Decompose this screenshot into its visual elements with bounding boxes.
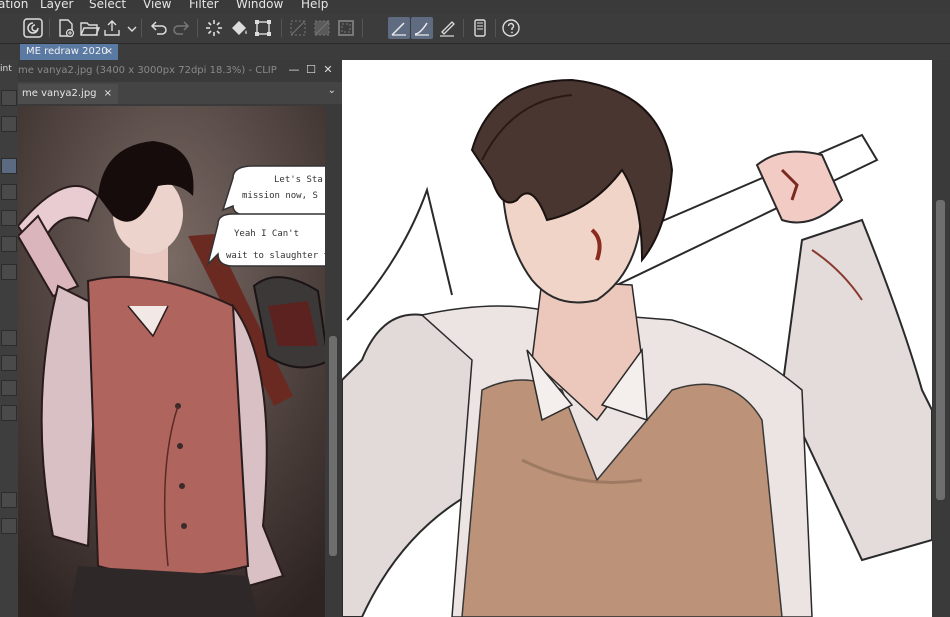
undo-icon[interactable] — [147, 17, 169, 39]
export-icon[interactable] — [101, 17, 123, 39]
select-invert-icon[interactable] — [311, 17, 333, 39]
menu-window[interactable]: Window — [236, 0, 283, 11]
vertical-scrollbar[interactable] — [325, 106, 342, 617]
palette-button[interactable] — [1, 184, 17, 200]
palette-button[interactable] — [1, 90, 17, 106]
main-canvas[interactable] — [342, 60, 932, 617]
palette-label: int — [0, 64, 12, 74]
palette-button[interactable] — [1, 405, 17, 421]
palette-button[interactable] — [1, 518, 17, 534]
smartphone-icon[interactable] — [469, 17, 491, 39]
palette-button[interactable] — [1, 236, 17, 252]
menu-filter[interactable]: Filter — [189, 0, 219, 11]
close-icon[interactable]: ✕ — [322, 64, 334, 76]
palette-button[interactable] — [1, 380, 17, 396]
palette-button[interactable] — [1, 210, 17, 226]
minimize-icon[interactable]: — — [288, 64, 300, 76]
speech-text: Yeah I Can't — [234, 229, 299, 239]
sub-window-title: me vanya2.jpg (3400 x 3000px 72dpi 18.3%… — [18, 65, 277, 76]
transform-icon[interactable] — [252, 17, 274, 39]
trash-icon[interactable] — [1, 264, 17, 280]
menu-bar: ation Layer Select View Filter Window He… — [0, 0, 950, 13]
tab-me-redraw-2020[interactable]: ME redraw 2020 × — [20, 44, 118, 60]
tab-label: me vanya2.jpg — [22, 88, 97, 99]
reference-artwork: Let's Sta mission now, S Yeah I Can't wa… — [18, 106, 325, 617]
sub-window-tab-bar: me vanya2.jpg × ⌄ — [18, 82, 342, 104]
menu-animation[interactable]: ation — [0, 0, 28, 11]
close-icon[interactable]: × — [104, 84, 112, 104]
sketch-illustration — [342, 78, 932, 617]
tool-palette-strip: int — [0, 60, 18, 617]
reference-illustration: Let's Sta mission now, S Yeah I Can't wa… — [18, 106, 325, 617]
scrollbar-thumb[interactable] — [936, 200, 945, 500]
command-bar — [0, 13, 950, 44]
speech-text: Let's Sta — [274, 175, 323, 185]
redo-icon[interactable] — [171, 17, 193, 39]
menu-view[interactable]: View — [143, 0, 171, 11]
menu-select[interactable]: Select — [89, 0, 126, 11]
close-icon[interactable]: × — [105, 44, 113, 60]
sub-window-title-bar[interactable]: me vanya2.jpg (3400 x 3000px 72dpi 18.3%… — [18, 60, 342, 82]
select-border-icon[interactable] — [335, 17, 357, 39]
speech-text: mission now, S — [242, 191, 318, 201]
loading-icon[interactable] — [203, 17, 225, 39]
menu-layer[interactable]: Layer — [40, 0, 73, 11]
new-file-icon[interactable] — [55, 17, 77, 39]
speech-text: wait to slaughter t — [226, 251, 325, 261]
menu-help[interactable]: Help — [301, 0, 328, 11]
main-vertical-scrollbar[interactable] — [932, 60, 950, 617]
palette-button[interactable] — [1, 116, 17, 132]
document-tab-bar: ME redraw 2020 × ▼ — [0, 44, 950, 99]
lock-icon[interactable] — [1, 330, 17, 346]
palette-button[interactable] — [1, 355, 17, 371]
palette-button[interactable] — [1, 158, 17, 174]
clip-studio-icon[interactable] — [22, 17, 44, 39]
curve-snap-icon[interactable] — [411, 17, 433, 39]
tab-me-vanya2[interactable]: me vanya2.jpg × — [18, 84, 118, 104]
wrench-icon[interactable] — [1, 492, 17, 508]
pen-snap-icon[interactable] — [436, 17, 458, 39]
select-none-icon[interactable] — [287, 17, 309, 39]
dropdown-icon[interactable] — [121, 17, 137, 39]
maximize-icon[interactable]: ☐ — [305, 64, 317, 76]
chevron-down-icon[interactable]: ⌄ — [328, 85, 336, 96]
fill-bucket-icon[interactable] — [228, 17, 250, 39]
help-icon[interactable] — [500, 17, 522, 39]
sub-window: me vanya2.jpg (3400 x 3000px 72dpi 18.3%… — [18, 60, 342, 617]
tab-label: ME redraw 2020 — [26, 46, 108, 57]
open-folder-icon[interactable] — [78, 17, 100, 39]
scrollbar-thumb[interactable] — [329, 336, 337, 556]
ruler-snap-icon[interactable] — [388, 17, 410, 39]
